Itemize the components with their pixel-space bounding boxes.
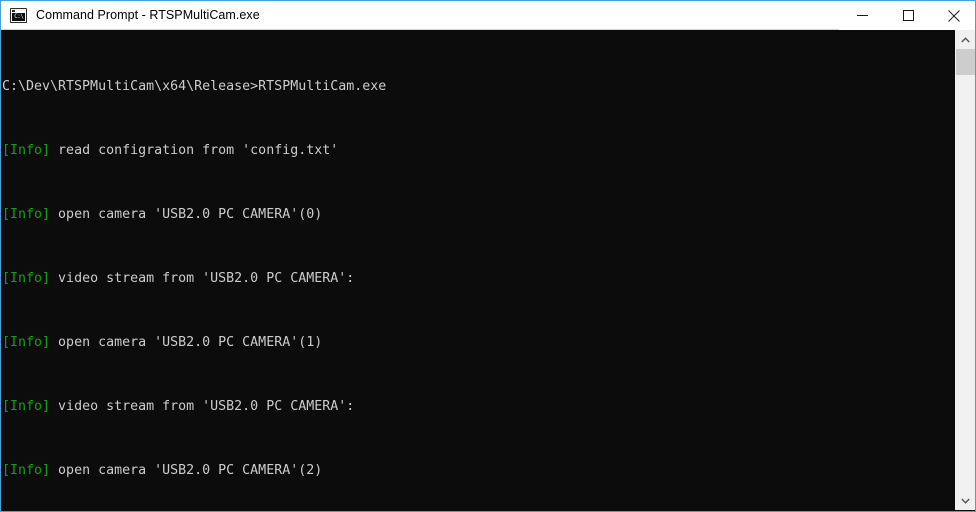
log-message: open camera 'USB2.0 PC CAMERA'(1) [50, 335, 323, 350]
terminal-output-area[interactable]: C:\Dev\RTSPMultiCam\x64\Release>RTSPMult… [2, 30, 956, 510]
info-tag: [Info] [2, 207, 51, 222]
close-icon [948, 9, 960, 22]
maximize-button[interactable] [885, 1, 931, 30]
console-line: [Info] video stream from 'USB2.0 PC CAME… [2, 399, 531, 415]
log-message: read configration from 'config.txt' [50, 143, 339, 158]
console-line: [Info] read configration from 'config.tx… [2, 143, 531, 159]
window-title: Command Prompt - RTSPMultiCam.exe [36, 8, 260, 22]
command-prompt-line: C:\Dev\RTSPMultiCam\x64\Release>RTSPMult… [2, 79, 387, 94]
minimize-icon [856, 15, 868, 16]
maximize-icon [902, 10, 914, 21]
icon-titlebar-strip [12, 9, 15, 12]
window-controls [839, 1, 975, 30]
info-tag: [Info] [2, 399, 51, 414]
scrollbar-track[interactable] [956, 49, 975, 491]
command-prompt-icon: C:\ [10, 7, 27, 23]
info-tag: [Info] [2, 271, 51, 286]
chevron-down-icon [961, 498, 970, 504]
vertical-scrollbar[interactable] [955, 30, 975, 510]
scroll-down-button[interactable] [956, 491, 975, 510]
minimize-button[interactable] [839, 1, 885, 30]
console-line: [Info] video stream from 'USB2.0 PC CAME… [2, 271, 531, 287]
console-line: C:\Dev\RTSPMultiCam\x64\Release>RTSPMult… [2, 79, 531, 95]
log-message: video stream from 'USB2.0 PC CAMERA': [50, 399, 355, 414]
scroll-up-button[interactable] [956, 30, 975, 49]
window-titlebar[interactable]: C:\ Command Prompt - RTSPMultiCam.exe [1, 0, 975, 30]
log-message: open camera 'USB2.0 PC CAMERA'(2) [50, 463, 323, 478]
chevron-up-icon [961, 36, 970, 42]
info-tag: [Info] [2, 335, 51, 350]
console-text: C:\Dev\RTSPMultiCam\x64\Release>RTSPMult… [2, 31, 531, 510]
info-tag: [Info] [2, 143, 51, 158]
icon-screen: C:\ [12, 12, 25, 21]
icon-prompt-glyph: C:\ [13, 12, 24, 20]
console-line: [Info] open camera 'USB2.0 PC CAMERA'(0) [2, 207, 531, 223]
info-tag: [Info] [2, 463, 51, 478]
console-line: [Info] open camera 'USB2.0 PC CAMERA'(2) [2, 463, 531, 479]
log-message: video stream from 'USB2.0 PC CAMERA': [50, 271, 355, 286]
log-message: open camera 'USB2.0 PC CAMERA'(0) [50, 207, 323, 222]
close-button[interactable] [931, 1, 975, 30]
command-prompt-window: C:\ Command Prompt - RTSPMultiCam.exe C:… [0, 0, 976, 512]
console-line: [Info] open camera 'USB2.0 PC CAMERA'(1) [2, 335, 531, 351]
scrollbar-thumb[interactable] [956, 49, 975, 75]
